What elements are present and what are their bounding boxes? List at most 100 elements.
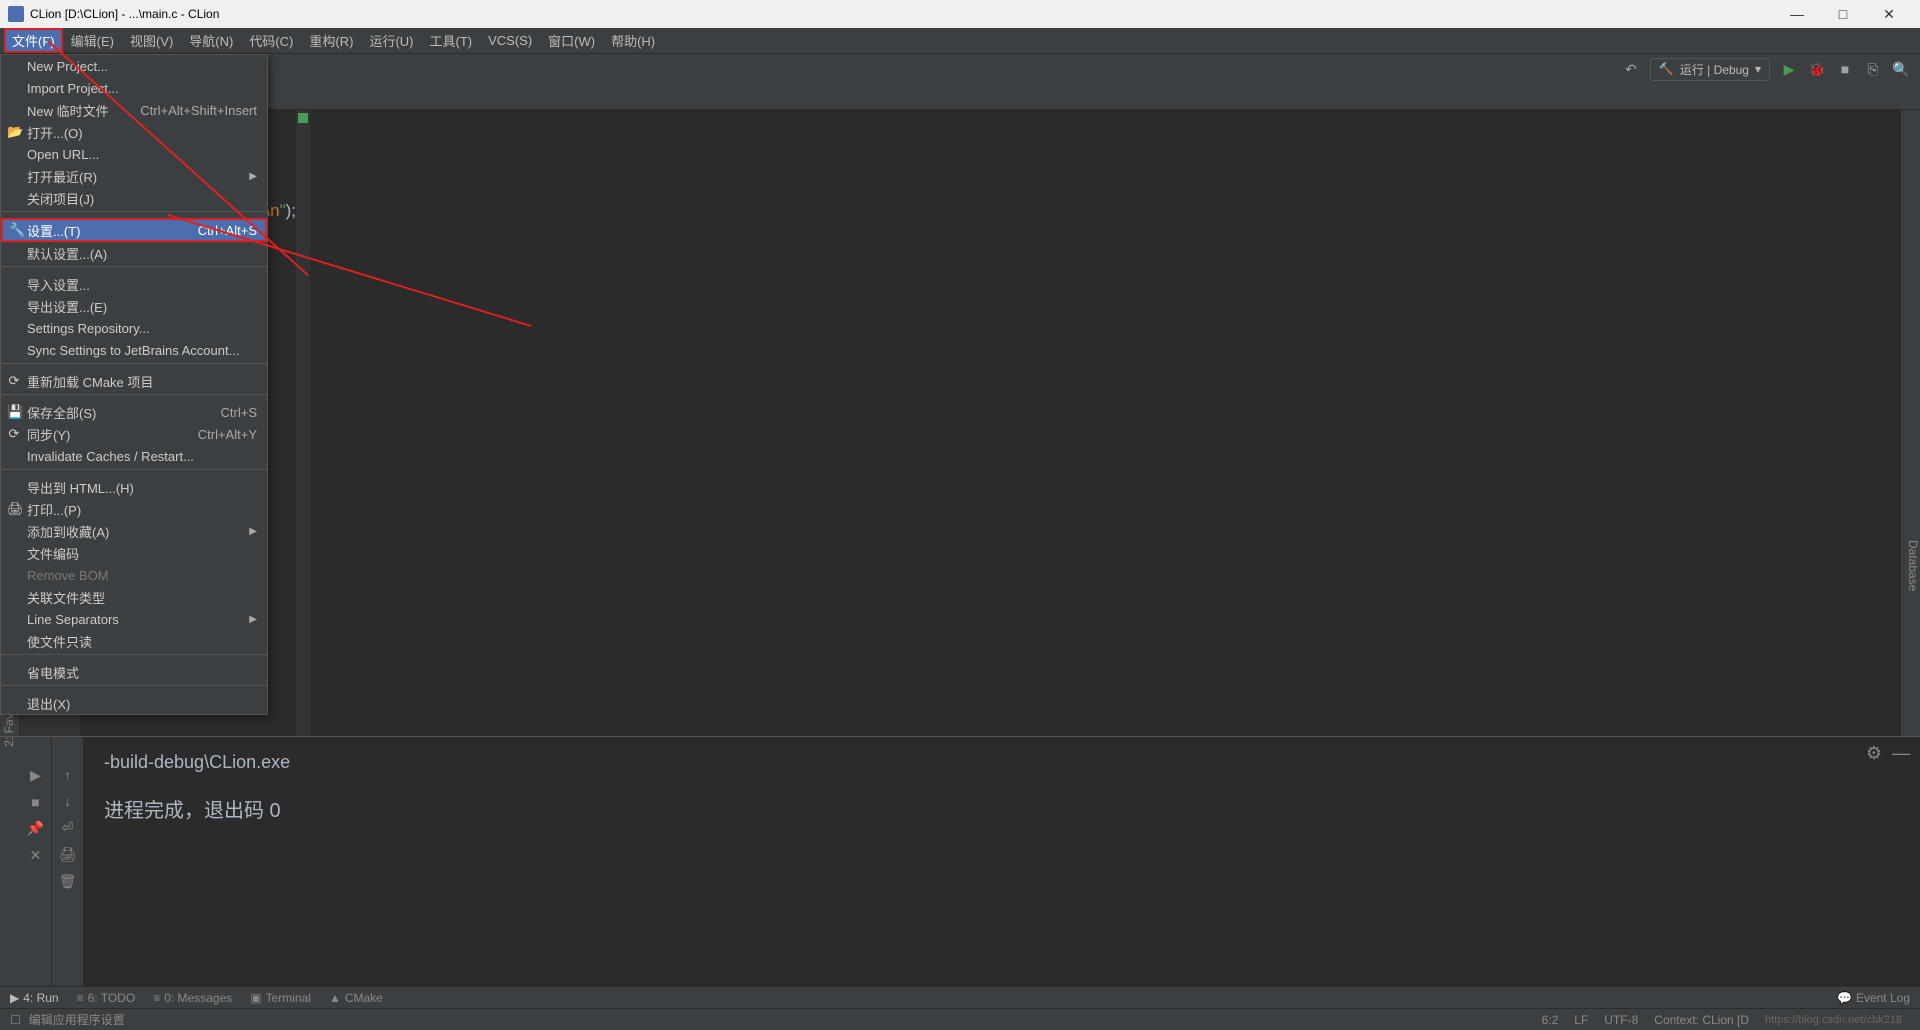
run-config-select[interactable]: 🔨 运行 | Debug ▾ [1650,58,1770,81]
file-menu-item-29[interactable]: 使文件只读 [1,630,267,652]
up-icon[interactable]: ↑ [64,767,71,783]
file-menu-item-31[interactable]: 省电模式 [1,661,267,683]
file-menu-item-9[interactable]: 默认设置...(A) [1,242,267,264]
file-menu-item-3[interactable]: 📂打开...(O) [1,121,267,143]
file-menu-item-2[interactable]: New 临时文件Ctrl+Alt+Shift+Insert [1,99,267,121]
attach-button[interactable]: ⎘ [1864,60,1882,78]
menu-3[interactable]: 导航(N) [181,28,241,53]
menu-2[interactable]: 视图(V) [122,28,181,53]
print-icon[interactable]: 🖨 [59,846,77,863]
menu-item-label: 导入设置... [27,275,90,294]
stop-icon[interactable]: ■ [31,794,39,810]
run-config-label: 运行 | Debug [1680,61,1749,78]
menu-7[interactable]: 工具(T) [421,28,480,53]
bottom-tab[interactable]: ≡ 0: Messages [153,991,232,1005]
file-menu-item-25[interactable]: 文件编码 [1,542,267,564]
run-button[interactable]: ▶ [1780,60,1798,78]
submenu-arrow-icon: ▶ [249,171,257,182]
shortcut: Ctrl+Alt+Y [198,427,257,442]
menu-item-label: 同步(Y) [27,425,70,444]
console-output[interactable]: ⚙ — -build-debug\CLion.exe 进程完成，退出码 0 [84,737,1920,986]
shortcut: Ctrl+Alt+S [198,223,257,238]
file-menu-item-16[interactable]: ⟳ 重新加载 CMake 项目 [1,370,267,392]
file-menu-item-19[interactable]: ⟳同步(Y)Ctrl+Alt+Y [1,423,267,445]
file-menu-item-27[interactable]: 关联文件类型 [1,586,267,608]
file-menu-item-33[interactable]: 退出(X) [1,692,267,714]
menu-4[interactable]: 代码(C) [241,28,301,53]
console-line: 进程完成，退出码 0 [104,794,1900,823]
trash-icon[interactable]: 🗑 [59,873,77,890]
tab-icon: ≡ [153,991,160,1005]
status-box-icon[interactable]: ☐ [10,1013,21,1027]
file-menu-item-11[interactable]: 导入设置... [1,273,267,295]
file-menu-item-23[interactable]: 🖨打印...(P) [1,498,267,520]
stop-button[interactable]: ■ [1836,60,1854,78]
file-menu-item-22[interactable]: 导出到 HTML...(H) [1,476,267,498]
back-icon[interactable]: ↶ [1622,60,1640,78]
menu-10[interactable]: 帮助(H) [603,28,663,53]
file-menu-item-6[interactable]: 关闭项目(J) [1,187,267,209]
file-menu-item-18[interactable]: 💾保存全部(S)Ctrl+S [1,401,267,423]
menu-item-label: 导出到 HTML...(H) [27,478,134,497]
encoding[interactable]: UTF-8 [1604,1013,1638,1027]
bottom-tab[interactable]: ≡ 6: TODO [77,991,136,1005]
menu-0[interactable]: 文件(F) [4,28,63,53]
file-menu-item-4[interactable]: Open URL... [1,143,267,165]
file-menu-item-12[interactable]: 导出设置...(E) [1,295,267,317]
menu-6[interactable]: 运行(U) [361,28,421,53]
menu-item-icon: 💾 [7,404,21,420]
menu-item-label: 重新加载 CMake 项目 [27,372,153,391]
bottom-tab[interactable]: ▲ CMake [329,991,383,1005]
close-panel-icon[interactable]: ✕ [30,847,42,864]
menu-item-label: 文件编码 [27,544,79,563]
minimize-button[interactable]: — [1774,0,1820,28]
pin-icon[interactable]: 📌 [27,820,44,837]
tool-side-buttons-2: ↑ ↓ ⏎ 🖨 🗑 [52,737,84,986]
file-menu-item-20[interactable]: Invalidate Caches / Restart... [1,445,267,467]
menu-5[interactable]: 重构(R) [301,28,361,53]
title-bar: CLion [D:\CLion] - ...\main.c - CLion — … [0,0,1920,28]
bottom-tool-tabs: ▶ 4: Run ≡ 6: TODO ≡ 0: Messages ▣ Terminal… [0,986,1920,1008]
chevron-down-icon: ▾ [1755,62,1761,76]
file-menu-item-24[interactable]: 添加到收藏(A)▶ [1,520,267,542]
file-menu-item-0[interactable]: New Project... [1,55,267,77]
search-button[interactable]: 🔍 [1892,60,1910,78]
file-menu-item-13[interactable]: Settings Repository... [1,317,267,339]
minimize-panel-icon[interactable]: — [1892,743,1910,764]
run-tool-panel: ▶ ■ 📌 ✕ ↑ ↓ ⏎ 🖨 🗑 ⚙ — -build-debug\CLion… [0,736,1920,986]
status-bar: ☐ 编辑应用程序设置 6:2 LF UTF-8 Context: CLion [… [0,1008,1920,1030]
tool-side-buttons: ▶ ■ 📌 ✕ [20,737,52,986]
menu-8[interactable]: VCS(S) [480,30,540,51]
menu-item-label: 导出设置...(E) [27,297,107,316]
line-ending[interactable]: LF [1574,1013,1588,1027]
maximize-button[interactable]: □ [1820,0,1866,28]
shortcut: Ctrl+S [221,405,257,420]
menu-bar: 文件(F)编辑(E)视图(V)导航(N)代码(C)重构(R)运行(U)工具(T)… [0,28,1920,54]
menu-item-icon: ⟳ [7,373,21,389]
tab-icon: ▶ [10,991,19,1005]
menu-item-label: 省电模式 [27,663,79,682]
submenu-arrow-icon: ▶ [249,614,257,625]
bottom-tab[interactable]: ▶ 4: Run [10,991,59,1005]
file-menu-item-1[interactable]: Import Project... [1,77,267,99]
context[interactable]: Context: CLion [D [1654,1013,1749,1027]
gear-icon[interactable]: ⚙ [1866,743,1882,764]
bottom-tab[interactable]: ▣ Terminal [250,991,311,1005]
file-menu-item-5[interactable]: 打开最近(R)▶ [1,165,267,187]
debug-button[interactable]: 🐞 [1808,60,1826,78]
file-menu-dropdown: New Project...Import Project...New 临时文件C… [0,54,268,715]
down-icon[interactable]: ↓ [64,793,71,809]
menu-item-icon: 🔧 [9,222,23,238]
file-menu-item-14[interactable]: Sync Settings to JetBrains Account... [1,339,267,361]
file-menu-item-28[interactable]: Line Separators▶ [1,608,267,630]
rerun-icon[interactable]: ▶ [30,767,41,784]
menu-9[interactable]: 窗口(W) [540,28,603,53]
cursor-position[interactable]: 6:2 [1542,1013,1559,1027]
event-log-button[interactable]: 💬 Event Log [1837,991,1910,1005]
wrap-icon[interactable]: ⏎ [62,819,74,836]
console-line: -build-debug\CLion.exe [104,752,1900,773]
menu-1[interactable]: 编辑(E) [63,28,122,53]
submenu-arrow-icon: ▶ [249,526,257,537]
close-button[interactable]: ✕ [1866,0,1912,28]
file-menu-item-8[interactable]: 🔧设置...(T)Ctrl+Alt+S [1,218,267,242]
